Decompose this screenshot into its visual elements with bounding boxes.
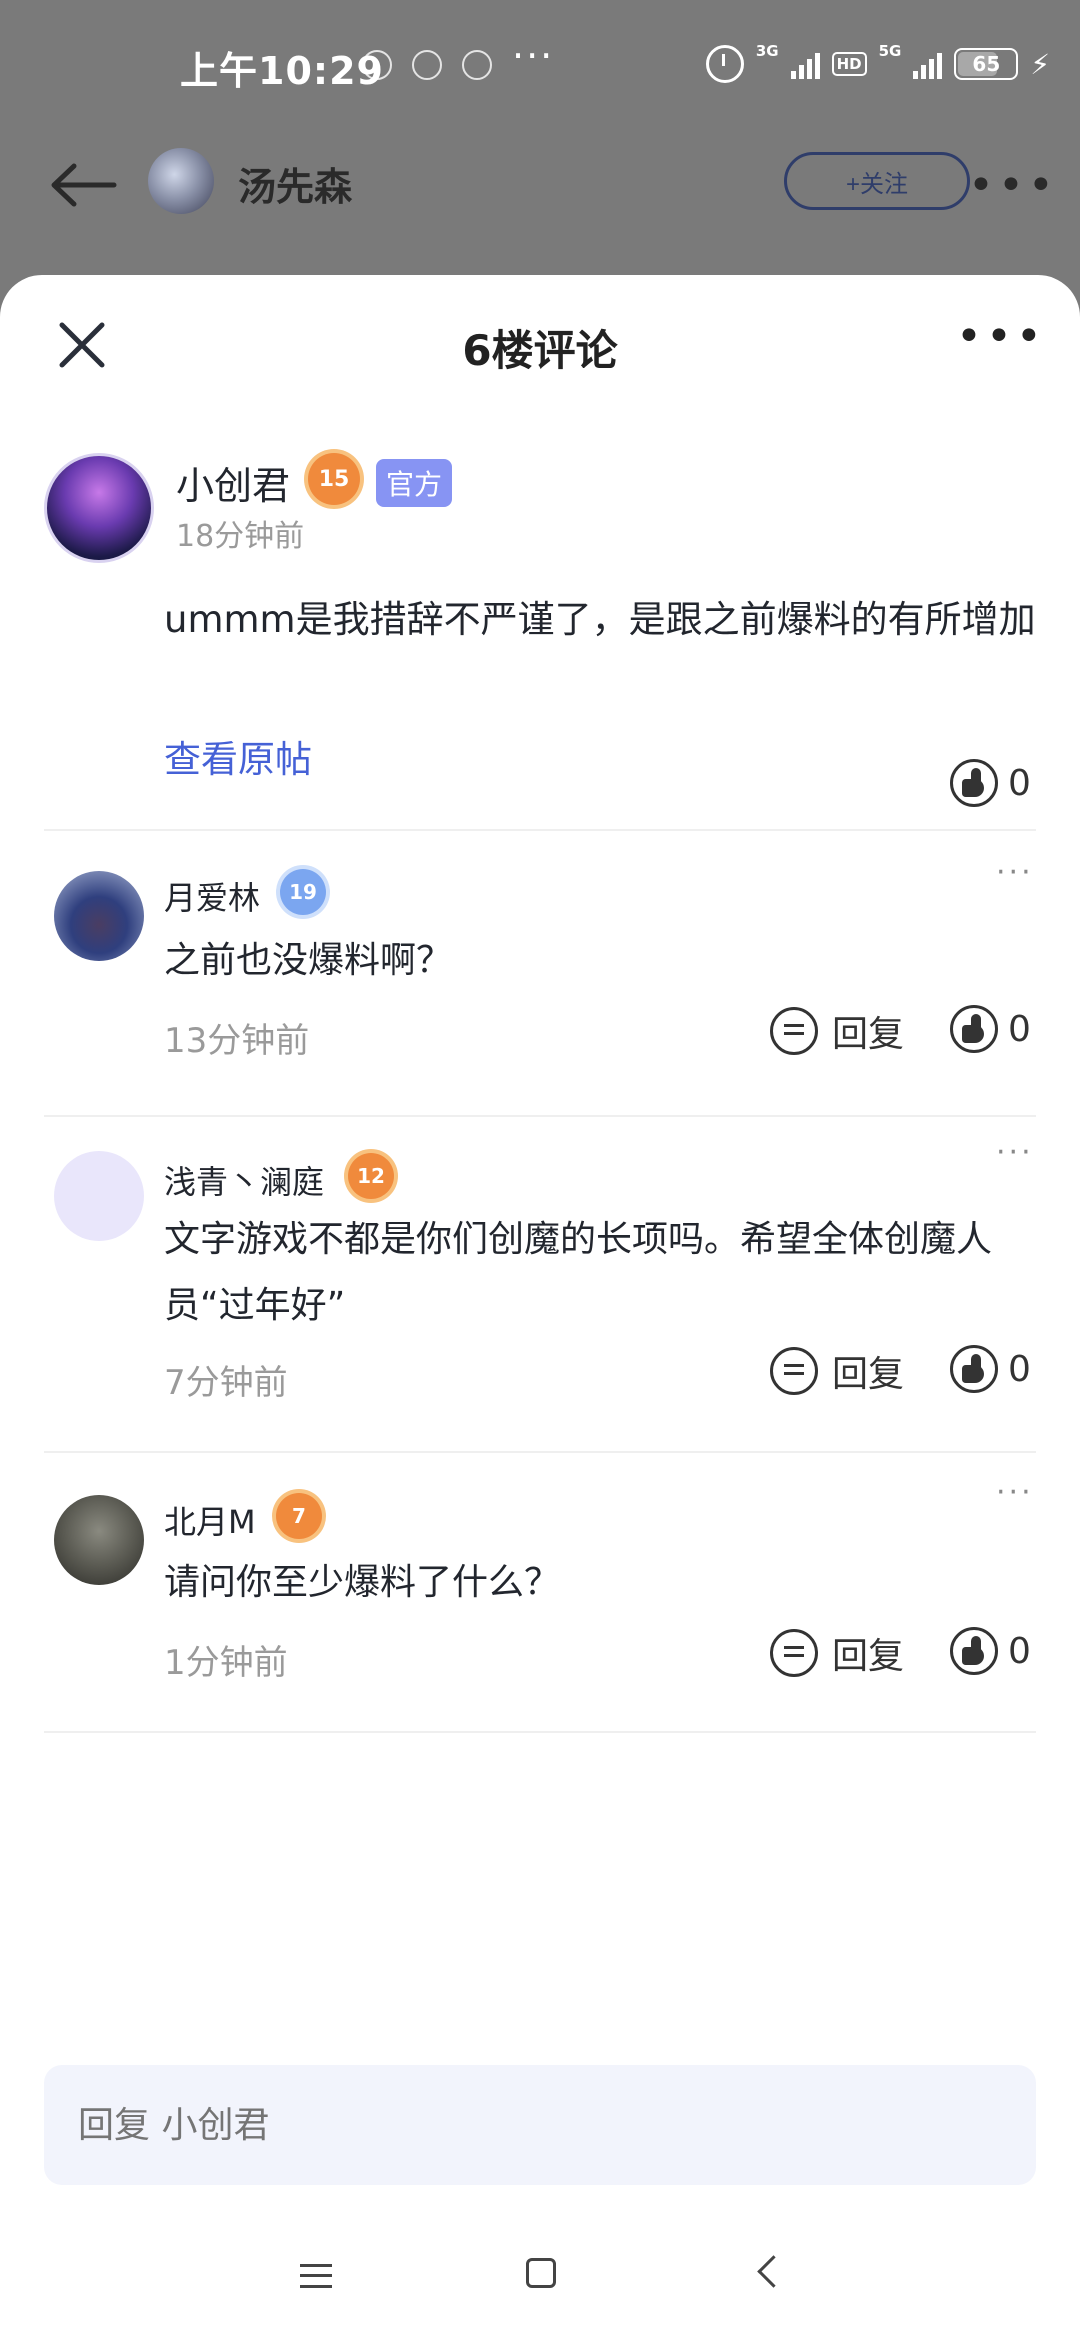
like-button[interactable]: 0	[950, 1345, 1031, 1393]
more-options-icon[interactable]: ···	[996, 1135, 1034, 1170]
like-button[interactable]: 0	[950, 759, 1031, 807]
like-button[interactable]: 0	[950, 1005, 1031, 1053]
post-top-bar: 汤先森 +关注 •••	[0, 130, 1080, 240]
avatar[interactable]	[54, 1151, 144, 1241]
avatar[interactable]	[54, 1495, 144, 1585]
status-bar: 上午10:29 ··· 3G HD 5G 65 ⚡	[0, 0, 1080, 130]
more-notifications-icon: ···	[512, 34, 555, 78]
notification-icon	[362, 50, 392, 80]
thumbs-up-icon	[950, 759, 998, 807]
charging-icon: ⚡	[1030, 47, 1050, 81]
reply-button[interactable]: 回复	[770, 1005, 904, 1057]
comment-time: 1分钟前	[164, 1643, 288, 1683]
commenter-name[interactable]: 北月M	[164, 1497, 256, 1543]
status-time: 上午10:29	[180, 49, 384, 93]
comment-sheet: 6楼评论 ••• 小创君 15 官方 18分钟前 ummm是我措辞不严谨了，是跟…	[0, 275, 1080, 2340]
signal-icon	[913, 49, 943, 79]
battery-icon: 65	[954, 48, 1019, 80]
back-icon[interactable]	[757, 2255, 790, 2288]
comment-icon	[770, 1629, 818, 1677]
more-options-icon[interactable]: •••	[956, 311, 1046, 362]
comment-time: 7分钟前	[164, 1363, 288, 1403]
view-original-link[interactable]: 查看原帖	[164, 729, 312, 783]
divider	[44, 1115, 1036, 1117]
thumbs-up-icon	[950, 1345, 998, 1393]
level-badge: 15	[308, 453, 360, 505]
battery-level: 65	[972, 52, 1001, 76]
reply-button[interactable]: 回复	[770, 1345, 904, 1397]
comment-content: ummm是我措辞不严谨了，是跟之前爆料的有所增加	[164, 598, 1036, 641]
commenter-name[interactable]: 月爱林	[164, 873, 260, 919]
comment-content: 请问你至少爆料了什么？	[164, 1562, 561, 1603]
commenter-name[interactable]: 小创君	[176, 455, 290, 510]
comment-time: 18分钟前	[176, 519, 305, 554]
signal-icon	[790, 49, 820, 79]
divider	[44, 1451, 1036, 1453]
post-author-name[interactable]: 汤先森	[238, 156, 352, 211]
avatar[interactable]	[54, 871, 144, 961]
notification-icon	[412, 50, 442, 80]
follow-button[interactable]: +关注	[784, 152, 970, 210]
menu-icon[interactable]	[300, 2264, 332, 2288]
reply-label: 回复	[832, 1014, 905, 1055]
hd-icon: HD	[831, 52, 867, 76]
divider	[44, 1731, 1036, 1733]
network-5g-label: 5G	[878, 42, 902, 60]
notification-icon	[462, 50, 492, 80]
like-count: 0	[1008, 1630, 1031, 1672]
level-badge: 19	[280, 869, 326, 915]
commenter-name[interactable]: 浅青丶澜庭	[164, 1157, 324, 1203]
reply-input[interactable]	[44, 2065, 1036, 2185]
comment-icon	[770, 1007, 818, 1055]
reply-label: 回复	[832, 1636, 905, 1677]
comment-content: 文字游戏不都是你们创魔的长项吗。希望全体创魔人员“过年好”	[164, 1219, 993, 1326]
alarm-icon	[705, 45, 744, 83]
network-3g-label: 3G	[755, 42, 779, 60]
avatar[interactable]	[44, 453, 154, 563]
thumbs-up-icon	[950, 1627, 998, 1675]
comment-icon	[770, 1347, 818, 1395]
like-count: 0	[1008, 1348, 1031, 1390]
level-badge: 12	[348, 1153, 394, 1199]
system-nav-bar	[0, 2240, 1080, 2340]
sheet-header: 6楼评论 •••	[0, 275, 1080, 415]
like-count: 0	[1008, 1008, 1031, 1050]
home-icon[interactable]	[526, 2258, 556, 2288]
author-avatar[interactable]	[148, 148, 214, 214]
reply-label: 回复	[832, 1354, 905, 1395]
back-arrow-icon[interactable]	[48, 160, 118, 210]
comment-content: 之前也没爆料啊？	[164, 940, 453, 981]
divider	[44, 829, 1036, 831]
more-options-icon[interactable]: •••	[968, 160, 1058, 211]
comment-time: 13分钟前	[164, 1021, 310, 1061]
like-count: 0	[1008, 762, 1031, 804]
official-badge: 官方	[376, 459, 453, 507]
reply-button[interactable]: 回复	[770, 1627, 904, 1679]
more-options-icon[interactable]: ···	[996, 855, 1034, 890]
thumbs-up-icon	[950, 1005, 998, 1053]
like-button[interactable]: 0	[950, 1627, 1031, 1675]
more-options-icon[interactable]: ···	[996, 1475, 1034, 1510]
sheet-title: 6楼评论	[462, 326, 618, 375]
level-badge: 7	[276, 1493, 322, 1539]
